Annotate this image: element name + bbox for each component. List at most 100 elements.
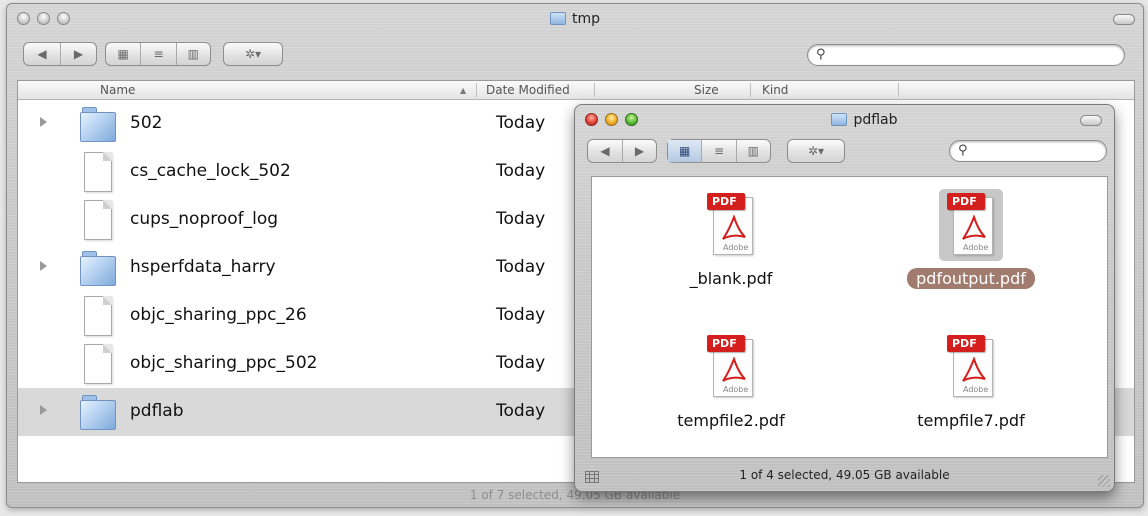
pdf-badge: PDF (707, 335, 745, 352)
disclosure-triangle-icon[interactable] (40, 117, 47, 127)
file-name: pdflab (130, 401, 184, 421)
window-title: pdflab (615, 112, 1114, 128)
title-bar[interactable]: tmp (7, 4, 1143, 34)
column-divider[interactable] (750, 83, 751, 97)
column-view-icon: ▥ (187, 47, 199, 61)
back-button[interactable]: ◀ (24, 43, 60, 65)
pdf-file-name-text: pdfoutput.pdf (907, 268, 1035, 289)
forward-arrow-icon: ▶ (634, 144, 645, 158)
title-bar[interactable]: pdflab (575, 105, 1114, 135)
file-date-modified: Today (496, 161, 546, 181)
disclosure-triangle-icon[interactable] (40, 261, 47, 271)
search-field[interactable]: ⚲ (807, 44, 1125, 66)
file-date-modified: Today (496, 257, 546, 277)
list-view-button[interactable]: ≡ (140, 43, 175, 65)
folder-icon (549, 12, 566, 25)
forward-arrow-icon: ▶ (73, 47, 84, 61)
file-date-modified: Today (496, 305, 546, 325)
pdf-badge: PDF (947, 335, 985, 352)
list-view-button[interactable]: ≡ (701, 140, 735, 162)
file-date-modified: Today (496, 353, 546, 373)
finder-window-pdflab: pdflab ◀ ▶ ▦ ≡ ▥ ✲▾ ⚲ PDF Adobe _blank.pdf… (574, 104, 1115, 492)
column-view-icon: ▥ (747, 144, 759, 158)
back-forward-group: ◀ ▶ (23, 42, 97, 66)
resize-grip[interactable] (1098, 475, 1110, 487)
file-name: objc_sharing_ppc_26 (130, 305, 307, 325)
icon-view-button[interactable]: ▦ (106, 43, 140, 65)
pdf-document-icon: PDF Adobe (939, 189, 1003, 261)
acrobat-logo-icon (962, 215, 986, 240)
back-button[interactable]: ◀ (588, 140, 622, 162)
column-header-name[interactable]: Name (100, 83, 135, 97)
document-icon (84, 200, 112, 240)
adobe-label: Adobe (723, 243, 749, 252)
action-menu-button[interactable]: ✲▾ (787, 139, 845, 163)
search-icon: ⚲ (958, 143, 968, 158)
search-field[interactable]: ⚲ (949, 140, 1107, 162)
folder-icon (80, 250, 116, 286)
disclosure-triangle-icon[interactable] (40, 405, 47, 415)
pdf-file-item[interactable]: PDF Adobe pdfoutput.pdf (896, 185, 1046, 305)
file-date-modified: Today (496, 401, 546, 421)
back-forward-group: ◀ ▶ (587, 139, 657, 163)
column-header-size[interactable]: Size (694, 83, 719, 97)
action-menu-button[interactable]: ✲▾ (223, 42, 283, 66)
document-icon (84, 344, 112, 384)
column-divider[interactable] (594, 83, 595, 97)
gear-icon: ✲▾ (224, 43, 282, 65)
pdf-document-icon: PDF Adobe (947, 335, 995, 399)
icon-view-icon: ▦ (117, 47, 129, 61)
column-view-button[interactable]: ▥ (175, 43, 210, 65)
gear-icon: ✲▾ (788, 140, 844, 162)
pdf-badge: PDF (947, 193, 985, 210)
acrobat-logo-icon (722, 215, 746, 240)
pdf-document-icon: PDF Adobe (707, 335, 755, 399)
adobe-label: Adobe (723, 385, 749, 394)
pdf-file-item[interactable]: PDF Adobe _blank.pdf (656, 185, 806, 305)
column-header-row: Name ▲ Date Modified Size Kind (18, 81, 1134, 100)
sort-ascending-icon: ▲ (460, 86, 467, 95)
column-divider[interactable] (898, 83, 899, 97)
document-icon (84, 152, 112, 192)
forward-button[interactable]: ▶ (621, 140, 656, 162)
list-view-icon: ≡ (153, 47, 164, 61)
file-name: cups_noproof_log (130, 209, 279, 229)
icon-view-icon: ▦ (678, 144, 691, 158)
window-title-text: pdflab (853, 112, 898, 128)
back-arrow-icon: ◀ (37, 47, 47, 61)
search-icon: ⚲ (816, 47, 826, 62)
file-name: objc_sharing_ppc_502 (130, 353, 318, 373)
file-date-modified: Today (496, 113, 546, 133)
gear-glyph: ✲▾ (244, 47, 262, 61)
adobe-label: Adobe (963, 385, 989, 394)
acrobat-logo-icon (722, 357, 746, 382)
pdf-document-icon: PDF Adobe (707, 193, 755, 257)
file-name: 502 (130, 113, 163, 133)
file-name: hsperfdata_harry (130, 257, 276, 277)
gear-glyph: ✲▾ (807, 144, 825, 158)
pdf-file-item[interactable]: PDF Adobe tempfile2.pdf (656, 327, 806, 447)
column-header-date-modified[interactable]: Date Modified (486, 83, 570, 97)
pdf-file-name-text: tempfile7.pdf (917, 411, 1025, 430)
toolbar-toggle-button[interactable] (1080, 115, 1102, 126)
column-view-button[interactable]: ▥ (735, 140, 770, 162)
folder-icon (80, 106, 116, 142)
icon-view-area[interactable]: PDF Adobe _blank.pdf PDF Adobe pdfoutput.pdf P… (591, 176, 1108, 458)
back-arrow-icon: ◀ (600, 144, 610, 158)
close-window-button[interactable] (585, 113, 598, 126)
view-mode-group: ▦ ≡ ▥ (667, 139, 771, 163)
window-title: tmp (7, 11, 1143, 27)
list-view-icon: ≡ (713, 144, 725, 158)
pdf-file-item[interactable]: PDF Adobe tempfile7.pdf (896, 327, 1046, 447)
pdf-file-name: tempfile2.pdf (656, 411, 806, 430)
view-mode-group: ▦ ≡ ▥ (105, 42, 211, 66)
adobe-label: Adobe (963, 243, 989, 252)
icon-view-button[interactable]: ▦ (668, 140, 702, 162)
folder-icon (831, 113, 848, 126)
document-icon (84, 296, 112, 336)
column-header-kind[interactable]: Kind (762, 83, 788, 97)
toolbar-toggle-button[interactable] (1113, 14, 1135, 25)
forward-button[interactable]: ▶ (59, 43, 96, 65)
column-divider[interactable] (476, 83, 477, 97)
pdf-file-name: _blank.pdf (656, 269, 806, 288)
